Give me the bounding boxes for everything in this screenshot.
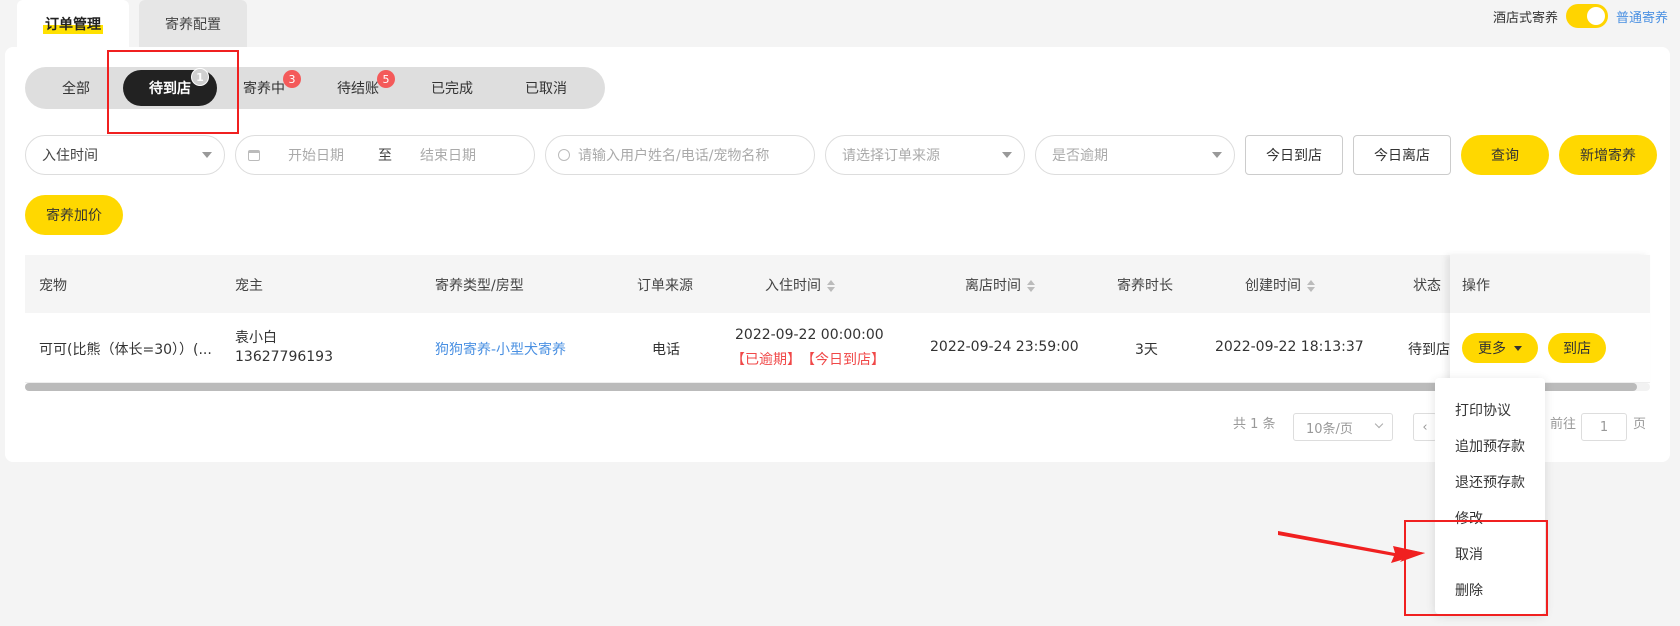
count-badge: 3 — [283, 70, 301, 88]
count-badge: 5 — [377, 70, 395, 88]
cell-checkout: 2022-09-24 23:59:00 — [930, 339, 1079, 355]
today-arrival-tag: 【今日到店】 — [801, 352, 885, 368]
main-panel: 全部 待到店 1 寄养中 3 待结账 5 已完成 已取消 入住时间 开始日期 至 结束… — [5, 47, 1670, 462]
goto-label: 前往 — [1550, 417, 1577, 432]
chevron-down-icon — [1374, 419, 1384, 429]
menu-item-add-deposit[interactable]: 追加预存款 — [1435, 428, 1545, 464]
calendar-icon — [248, 149, 260, 161]
date-range-picker[interactable]: 开始日期 至 结束日期 — [235, 135, 535, 175]
tab-order-management[interactable]: 订单管理 — [17, 0, 129, 47]
header-checkout[interactable]: 离店时间 — [965, 275, 1035, 295]
table-row: 可可(比熊（体长=30））(... 袁小白 13627796193 狗狗寄养-小… — [25, 313, 1650, 383]
top-tabs: 订单管理 寄养配置 — [17, 0, 257, 47]
prev-page-button[interactable]: ‹ — [1413, 413, 1437, 441]
hotel-mode-label: 酒店式寄养 — [1492, 10, 1558, 26]
toggle-knob — [1586, 7, 1605, 25]
cell-owner-name: 袁小白 — [235, 330, 277, 346]
search-icon — [558, 149, 570, 161]
goto-page-input[interactable]: 1 — [1581, 413, 1627, 441]
cell-duration: 3天 — [1135, 342, 1158, 358]
start-date-input[interactable]: 开始日期 — [288, 145, 378, 165]
sort-icon[interactable] — [827, 280, 835, 292]
filter-bar: 入住时间 开始日期 至 结束日期 请输入用户姓名/电话/宠物名称 请选择订单来源… — [25, 135, 1670, 175]
annotation-box-status-tab — [107, 50, 239, 134]
header-created[interactable]: 创建时间 — [1245, 275, 1315, 295]
chevron-down-icon — [1002, 152, 1012, 158]
total-count: 共 1 条 — [1233, 417, 1276, 432]
cell-checkin: 2022-09-22 00:00:00 — [735, 327, 884, 343]
cell-status: 待到店 — [1408, 342, 1450, 358]
horizontal-scrollbar[interactable] — [25, 383, 1650, 391]
menu-item-print-agreement[interactable]: 打印协议 — [1435, 392, 1545, 428]
header-duration: 寄养时长 — [1117, 278, 1173, 294]
status-tab-pending-checkout[interactable]: 待结账 5 — [311, 70, 405, 106]
mode-switch: 酒店式寄养 普通寄养 — [1493, 4, 1668, 28]
orders-table: 宠物 宠主 寄养类型/房型 订单来源 入住时间 离店时间 寄养时长 创建时间 状… — [25, 255, 1650, 383]
header-checkin[interactable]: 入住时间 — [765, 275, 835, 295]
boarding-price-add-button[interactable]: 寄养加价 — [25, 195, 123, 235]
annotation-box-menu-items — [1404, 520, 1548, 616]
header-type: 寄养类型/房型 — [435, 278, 524, 294]
cell-source: 电话 — [652, 342, 680, 358]
today-arrive-button[interactable]: 今日到店 — [1245, 135, 1343, 175]
status-tab-cancelled[interactable]: 已取消 — [499, 70, 593, 106]
cell-created: 2022-09-22 18:13:37 — [1215, 339, 1364, 355]
header-source: 订单来源 — [637, 278, 693, 294]
status-tab-completed[interactable]: 已完成 — [405, 70, 499, 106]
sort-icon[interactable] — [1027, 280, 1035, 292]
range-separator: 至 — [378, 148, 392, 164]
scrollbar-thumb[interactable] — [25, 383, 1637, 391]
overdue-tag: 【已逾期】 — [731, 352, 801, 368]
page-size-select[interactable]: 10条/页 — [1293, 413, 1393, 441]
tab-boarding-config[interactable]: 寄养配置 — [139, 0, 247, 47]
query-button[interactable]: 查询 — [1461, 135, 1549, 175]
overdue-select[interactable]: 是否逾期 — [1035, 135, 1235, 175]
page-unit-label: 页 — [1633, 417, 1647, 432]
cell-boarding-type[interactable]: 狗狗寄养-小型犬寄养 — [435, 339, 566, 359]
chevron-down-icon — [202, 152, 212, 158]
order-source-select[interactable]: 请选择订单来源 — [825, 135, 1025, 175]
chevron-down-icon — [1212, 152, 1222, 158]
header-owner: 宠主 — [235, 278, 263, 294]
cell-owner-phone: 13627796193 — [235, 349, 333, 365]
normal-mode-label[interactable]: 普通寄养 — [1616, 7, 1668, 26]
add-boarding-button[interactable]: 新增寄养 — [1559, 135, 1657, 175]
chevron-left-icon: ‹ — [1422, 419, 1428, 435]
search-input[interactable]: 请输入用户姓名/电话/宠物名称 — [545, 135, 815, 175]
header-pet: 宠物 — [39, 278, 67, 294]
time-type-select[interactable]: 入住时间 — [25, 135, 225, 175]
cell-pet: 可可(比熊（体长=30））(... — [39, 342, 212, 358]
sort-icon[interactable] — [1307, 280, 1315, 292]
today-leave-button[interactable]: 今日离店 — [1353, 135, 1451, 175]
header-status: 状态 — [1413, 278, 1441, 294]
menu-item-refund-deposit[interactable]: 退还预存款 — [1435, 464, 1545, 500]
fixed-ops-column-shadow — [1450, 255, 1650, 383]
mode-toggle[interactable] — [1565, 4, 1608, 28]
end-date-input[interactable]: 结束日期 — [420, 145, 476, 165]
table-header: 宠物 宠主 寄养类型/房型 订单来源 入住时间 离店时间 寄养时长 创建时间 状… — [25, 255, 1650, 313]
